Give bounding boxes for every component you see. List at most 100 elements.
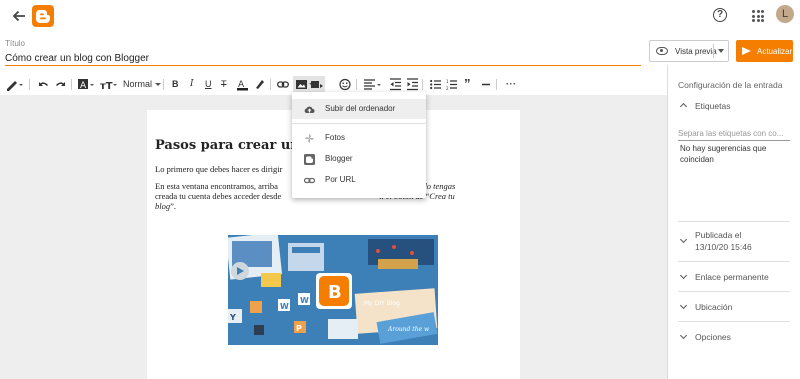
document-heading[interactable]: Pasos para crear una (155, 138, 308, 153)
italic-icon[interactable]: I (190, 78, 194, 91)
numbered-list-icon[interactable]: 12 (446, 78, 457, 91)
link-icon (304, 177, 315, 184)
image-tile: W (280, 302, 289, 311)
svg-text:2: 2 (446, 86, 449, 91)
title-label: Título (5, 39, 26, 48)
chevron-down-icon (679, 301, 688, 310)
menu-item-upload[interactable]: Subir del ordenador (292, 99, 426, 119)
font-size-icon[interactable]: тT (100, 78, 118, 91)
update-label: Actualizar (757, 46, 793, 56)
divider (270, 79, 271, 90)
sidebar-item-label: Ubicación (695, 302, 733, 312)
underline-icon[interactable]: U (205, 78, 212, 91)
image-tile: P (296, 324, 302, 333)
text-color-icon[interactable]: A (237, 78, 248, 91)
menu-item-label: Blogger (325, 154, 353, 163)
blogger-logo-icon (35, 10, 50, 23)
image-tile: W (300, 296, 309, 305)
more-options-icon[interactable]: ··· (506, 78, 517, 91)
divider (678, 261, 790, 262)
svg-text:тT: тT (100, 81, 113, 91)
text-style-icon[interactable]: A (78, 78, 95, 91)
divider (356, 79, 357, 90)
published-label: Publicada el (695, 230, 742, 240)
paragraph-text: ”. (170, 201, 177, 211)
paragraph-text: creada tu cuenta debes acceder desde (155, 191, 282, 201)
divider (678, 291, 790, 292)
divider (163, 79, 164, 90)
title-input[interactable]: Cómo crear un blog con Blogger (5, 53, 149, 64)
horizontal-rule-icon[interactable] (481, 78, 491, 91)
preview-label: Vista previa (675, 46, 717, 56)
image-logo-text: B (328, 282, 342, 303)
image-sign-1: My DIY Blog (364, 300, 400, 307)
chevron-down-icon[interactable] (718, 49, 724, 53)
divider (71, 79, 72, 90)
link-icon[interactable] (277, 78, 289, 91)
update-button[interactable]: Actualizar (736, 40, 793, 62)
indent-decrease-icon[interactable] (390, 78, 401, 91)
chevron-down-icon (679, 271, 688, 280)
help-icon[interactable]: ? (713, 8, 727, 22)
strikethrough-icon[interactable]: T (221, 78, 227, 91)
bulleted-list-icon[interactable] (430, 78, 441, 91)
back-arrow-icon[interactable] (10, 7, 28, 25)
sidebar-heading: Configuración de la entrada (678, 80, 783, 90)
divider (422, 79, 423, 90)
highlight-icon[interactable] (254, 78, 265, 91)
chevron-up-icon (679, 102, 688, 111)
document-paragraph-1[interactable]: Lo primero que debes hacer es dirigir (155, 164, 282, 174)
title-underline (5, 65, 641, 66)
sidebar-divider (667, 65, 668, 379)
blog-illustration-image[interactable]: B My DIY Blog Around the w W W Y P (228, 235, 438, 345)
sidebar-item-label: Etiquetas (695, 101, 731, 111)
divider (29, 79, 30, 90)
top-bar: ? L (0, 0, 800, 34)
paragraph-format-label: Normal (123, 79, 153, 89)
labels-input[interactable]: Separa las etiquetas con co... (678, 129, 790, 138)
video-icon (311, 81, 323, 88)
divider (496, 79, 497, 90)
no-suggestions-text: No hay sugerencias que coincidan (680, 144, 767, 164)
sidebar-item-label: Enlace permanente (695, 272, 769, 282)
menu-item-url[interactable]: Por URL (292, 170, 426, 190)
redo-icon[interactable] (55, 78, 66, 91)
eye-icon (656, 47, 668, 55)
send-icon (742, 47, 751, 55)
published-date: 13/10/20 15:46 (695, 242, 752, 252)
chevron-down-icon (154, 82, 161, 86)
avatar[interactable]: L (776, 5, 794, 23)
insert-image-button[interactable] (293, 76, 325, 93)
chevron-down-icon (679, 331, 688, 340)
divider (713, 44, 714, 58)
quote-icon[interactable]: ” (464, 77, 471, 90)
emoji-icon[interactable] (339, 78, 351, 91)
paragraph-format-select[interactable]: Normal (123, 78, 161, 91)
align-icon[interactable] (364, 78, 382, 91)
indent-increase-icon[interactable] (407, 78, 418, 91)
svg-text:A: A (80, 81, 87, 91)
svg-text:1: 1 (446, 79, 449, 84)
paragraph-text: En esta ventana encontramos, arriba (155, 181, 278, 191)
illustration-graphic: B My DIY Blog Around the w W W Y P (228, 235, 438, 345)
image-sign-2: Around the w (387, 326, 430, 333)
paragraph-text: Crea tu (429, 191, 455, 201)
bold-icon[interactable]: B (172, 78, 179, 91)
preview-button[interactable]: Vista previa (649, 40, 729, 62)
menu-item-label: Por URL (325, 175, 356, 184)
sidebar-item-label: Opciones (695, 332, 731, 342)
menu-item-photos[interactable]: Fotos (292, 128, 426, 148)
menu-item-label: Fotos (325, 133, 346, 142)
labels-input-placeholder: Separa las etiquetas con co... (678, 129, 784, 138)
image-tile: Y (229, 313, 236, 322)
apps-grid-icon[interactable] (752, 10, 764, 22)
compose-mode-icon[interactable] (6, 78, 24, 91)
labels-input-underline (678, 140, 790, 141)
paragraph-text: blog (155, 201, 171, 211)
menu-item-blogger[interactable]: Blogger (292, 149, 426, 169)
blogger-logo[interactable] (32, 5, 54, 27)
menu-item-label: Subir del ordenador (325, 104, 396, 113)
divider (678, 221, 790, 222)
cloud-upload-icon (304, 106, 315, 113)
undo-icon[interactable] (38, 78, 49, 91)
